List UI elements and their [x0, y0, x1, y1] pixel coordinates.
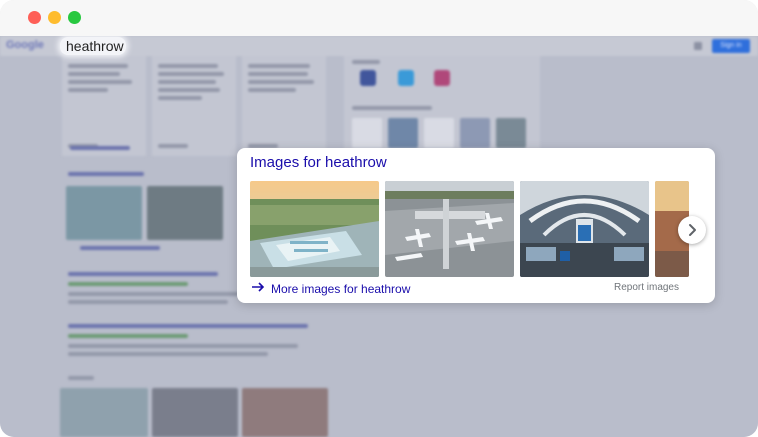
video-thumb[interactable]	[60, 388, 148, 437]
facebook-icon[interactable]	[360, 70, 376, 86]
images-card-title[interactable]: Images for heathrow	[250, 154, 387, 171]
more-images-link[interactable]: More images for heathrow	[251, 281, 410, 296]
video-thumb[interactable]	[242, 388, 328, 437]
more-images-bg-link[interactable]	[80, 246, 160, 250]
bg-image-thumb[interactable]	[66, 186, 142, 240]
more-images-label: More images for heathrow	[271, 282, 411, 296]
arrow-right-icon	[251, 281, 265, 296]
heathrow-aerial-terminal-image[interactable]	[250, 181, 379, 277]
view-on-twitter-link[interactable]	[70, 146, 130, 150]
images-card: Images for heathrow More images for heat…	[237, 148, 715, 303]
video-thumb[interactable]	[152, 388, 238, 437]
sign-in-button[interactable]: Sign in	[712, 39, 750, 53]
tweet-card[interactable]	[242, 56, 326, 156]
bg-image-thumb[interactable]	[147, 186, 223, 240]
minimize-window-button[interactable]	[48, 11, 61, 24]
heathrow-aircraft-apron-image[interactable]	[385, 181, 514, 277]
search-query-text: heathrow	[66, 38, 124, 54]
google-logo: Google	[6, 39, 44, 51]
result-title[interactable]	[68, 324, 308, 328]
knowledge-panel	[344, 56, 540, 150]
images-heading-bg	[68, 172, 144, 176]
window-titlebar	[0, 0, 758, 37]
twitter-icon[interactable]	[398, 70, 414, 86]
zoom-window-button[interactable]	[68, 11, 81, 24]
report-images-link[interactable]: Report images	[614, 282, 679, 293]
search-query-field[interactable]: heathrow	[60, 37, 126, 55]
next-images-button[interactable]	[678, 216, 706, 244]
instagram-icon[interactable]	[434, 70, 450, 86]
heathrow-terminal-interior-image[interactable]	[520, 181, 649, 277]
tweet-card[interactable]	[152, 56, 236, 156]
browser-window: Google Sign in heathrow Images for heath…	[0, 0, 758, 437]
close-window-button[interactable]	[28, 11, 41, 24]
result-title[interactable]	[68, 272, 218, 276]
tweet-card[interactable]	[62, 56, 146, 156]
chevron-right-icon	[689, 224, 696, 236]
apps-icon[interactable]	[694, 42, 702, 50]
